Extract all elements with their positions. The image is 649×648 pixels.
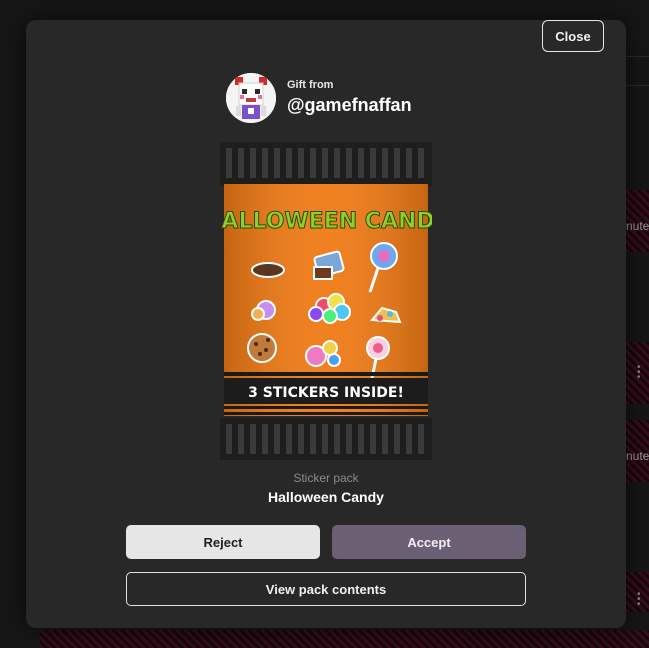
more-options-icon: • • • — [637, 589, 641, 610]
view-pack-contents-button[interactable]: View pack contents — [126, 572, 526, 606]
gift-sender: Gift from @gamefnaffan — [226, 73, 466, 123]
reject-button[interactable]: Reject — [126, 525, 320, 559]
background-header-bar — [626, 56, 649, 86]
more-options-icon: • • • — [637, 362, 641, 383]
gift-from-label: Gift from — [287, 79, 334, 91]
pack-banner-footer: 3 STICKERS INSIDE! — [248, 385, 404, 401]
avatar[interactable] — [226, 73, 276, 123]
pack-type-label: Sticker pack — [293, 471, 359, 485]
pack-banner-title: HALLOWEEN CANDY — [220, 209, 432, 234]
background-text: nute — [626, 449, 649, 463]
gift-modal: Close Gift from @gamefnaffan ALLOWEEN CA… — [26, 20, 626, 628]
sticker-pack-image: HALLOWEEN CANDY 3 STICKERS INSIDE! — [203, 142, 451, 460]
pack-name: Halloween Candy — [268, 489, 384, 505]
accept-button[interactable]: Accept — [332, 525, 526, 559]
background-footer — [40, 630, 649, 648]
close-button[interactable]: Close — [542, 20, 604, 52]
background-text: nute — [626, 219, 649, 233]
sender-username[interactable]: @gamefnaffan — [287, 95, 412, 116]
